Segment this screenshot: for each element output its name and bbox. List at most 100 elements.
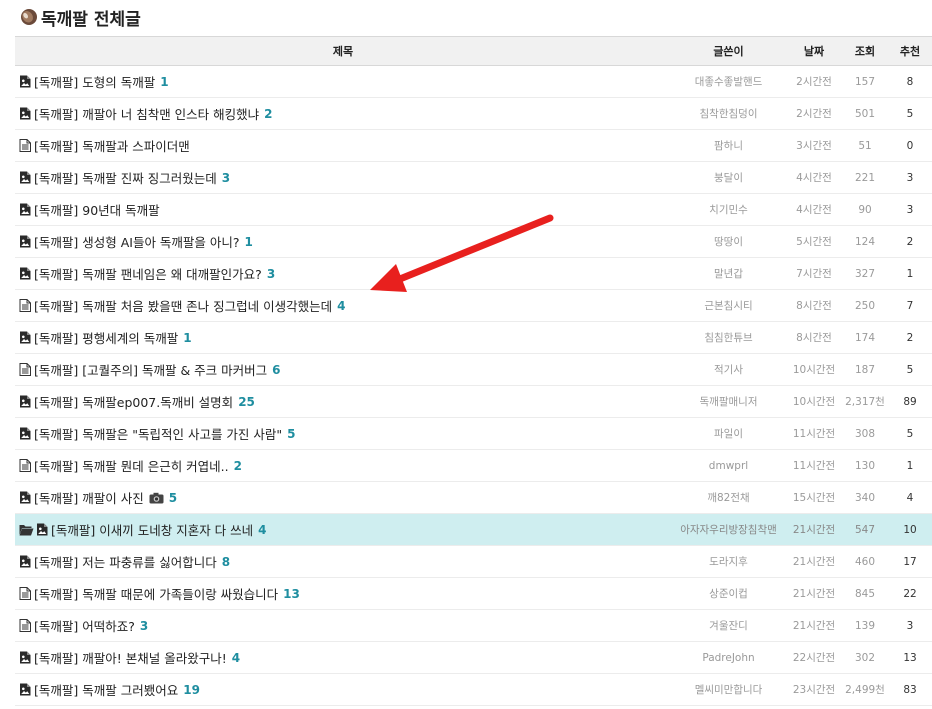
post-writer[interactable]: 붕달이 xyxy=(671,170,786,185)
comment-count[interactable]: 1 xyxy=(183,331,191,345)
table-row[interactable]: [독깨팔] 독깨팔 뭔데 은근히 커엽네.. 2 dmwprl 11시간전 130 1 xyxy=(15,450,932,482)
comment-count[interactable]: 1 xyxy=(160,75,168,89)
post-writer[interactable]: 깨82전채 xyxy=(671,490,786,505)
table-row[interactable]: [독깨팔] 독깨팔 팬네임은 왜 대깨팔인가요? 3 말년갑 7시간전 327 1 xyxy=(15,258,932,290)
column-date[interactable]: 날짜 xyxy=(786,43,842,59)
table-row[interactable]: [독깨팔] [고퀄주의] 독깨팔 & 주크 마커버그 6 적기사 10시간전 187 5 xyxy=(15,354,932,386)
post-writer[interactable]: 대좋수좋발핸드 xyxy=(671,74,786,89)
post-writer[interactable]: dmwprl xyxy=(671,460,786,472)
post-writer[interactable]: 파일이 xyxy=(671,426,786,441)
post-title-cell[interactable]: [독깨팔] 저는 파충류를 싫어합니다 8 xyxy=(15,552,671,571)
post-title-cell[interactable]: [독깨팔] [고퀄주의] 독깨팔 & 주크 마커버그 6 xyxy=(15,360,671,379)
column-title[interactable]: 제목 xyxy=(15,43,671,59)
comment-count[interactable]: 6 xyxy=(272,363,280,377)
post-writer[interactable]: 땅땅이 xyxy=(671,234,786,249)
post-title-link[interactable]: 이새끼 도네창 지혼자 다 쓰네 xyxy=(99,520,253,539)
post-title-link[interactable]: 저는 파충류를 싫어합니다 xyxy=(82,552,216,571)
post-title-cell[interactable]: [독깨팔] 독깨팔과 스파이더맨 xyxy=(15,136,671,155)
post-title-cell[interactable]: [독깨팔] 독깨팔ep007.독깨비 설명회 25 xyxy=(15,392,671,411)
post-writer[interactable]: 독깨팔매니저 xyxy=(671,394,786,409)
post-title-link[interactable]: 도형의 독깨팔 xyxy=(82,72,155,91)
comment-count[interactable]: 2 xyxy=(264,107,272,121)
post-title-cell[interactable]: [독깨팔] 90년대 독깨팔 xyxy=(15,200,671,219)
comment-count[interactable]: 4 xyxy=(232,651,240,665)
table-row[interactable]: [독깨팔] 90년대 독깨팔 치기민수 4시간전 90 3 xyxy=(15,194,932,226)
comment-count[interactable]: 25 xyxy=(238,395,255,409)
post-writer[interactable]: PadreJohn xyxy=(671,652,786,664)
table-row[interactable]: [독깨팔] 독깨팔 진짜 징그러웠는데 3 붕달이 4시간전 221 3 xyxy=(15,162,932,194)
table-row[interactable]: [독깨팔] 이새끼 도네창 지혼자 다 쓰네 4 아자자우리방장침착맨 21시간전 54… xyxy=(15,514,932,546)
table-row[interactable]: [독깨팔] 독깨팔 때문에 가족들이랑 싸웠습니다 13 상준이컵 21시간전 845 2… xyxy=(15,578,932,610)
post-title-cell[interactable]: [독깨팔] 도형의 독깨팔 1 xyxy=(15,72,671,91)
comment-count[interactable]: 13 xyxy=(283,587,300,601)
table-row[interactable]: [독깨팔] 깨팔아 너 침착맨 인스타 해킹했냐 2 침착한침덩이 2시간전 501 5 xyxy=(15,98,932,130)
post-writer[interactable]: 아자자우리방장침착맨 xyxy=(671,522,786,537)
post-title-cell[interactable]: [독깨팔] 평행세계의 독깨팔 1 xyxy=(15,328,671,347)
post-title-link[interactable]: 독깨팔 그러뵀어요 xyxy=(82,680,178,699)
post-title-cell[interactable]: [독깨팔] 어떡하죠? 3 xyxy=(15,616,671,635)
table-row[interactable]: [독깨팔] 독깨팔은 "독립적인 사고를 가진 사람" 5 파일이 11시간전 308 5 xyxy=(15,418,932,450)
table-row[interactable]: [독깨팔] 독깨팔 그러뵀어요 19 멜씨미만합니다 23시간전 2,499천 83 xyxy=(15,674,932,706)
post-writer[interactable]: 멜씨미만합니다 xyxy=(671,682,786,697)
post-title-link[interactable]: 깨팔이 사진 xyxy=(82,488,143,507)
post-title-link[interactable]: 독깨팔 진짜 징그러웠는데 xyxy=(82,168,216,187)
post-title-link[interactable]: 독깨팔은 "독립적인 사고를 가진 사람" xyxy=(82,424,282,443)
table-row[interactable]: [독깨팔] 어떡하죠? 3 겨울잔디 21시간전 139 3 xyxy=(15,610,932,642)
post-writer[interactable]: 상준이컵 xyxy=(671,586,786,601)
post-title-link[interactable]: 독깨팔 팬네임은 왜 대깨팔인가요? xyxy=(82,264,262,283)
comment-count[interactable]: 3 xyxy=(140,619,148,633)
post-title-cell[interactable]: [독깨팔] 독깨팔은 "독립적인 사고를 가진 사람" 5 xyxy=(15,424,671,443)
comment-count[interactable]: 1 xyxy=(245,235,253,249)
post-writer[interactable]: 치기민수 xyxy=(671,202,786,217)
comment-count[interactable]: 19 xyxy=(183,683,200,697)
post-writer[interactable]: 침침한튜브 xyxy=(671,330,786,345)
post-title-link[interactable]: 어떡하죠? xyxy=(82,616,135,635)
column-writer[interactable]: 글쓴이 xyxy=(671,43,786,59)
table-row[interactable]: [독깨팔] 저는 파충류를 싫어합니다 8 도라지후 21시간전 460 17 xyxy=(15,546,932,578)
post-writer[interactable]: 도라지후 xyxy=(671,554,786,569)
comment-count[interactable]: 3 xyxy=(267,267,275,281)
post-writer[interactable]: 적기사 xyxy=(671,362,786,377)
table-row[interactable]: [독깨팔] 독깨팔ep007.독깨비 설명회 25 독깨팔매니저 10시간전 2,317… xyxy=(15,386,932,418)
comment-count[interactable]: 3 xyxy=(222,171,230,185)
post-title-link[interactable]: 깨팔아 너 침착맨 인스타 해킹했냐 xyxy=(82,104,259,123)
post-title-cell[interactable]: [독깨팔] 깨팔이 사진 5 xyxy=(15,488,671,507)
table-row[interactable]: [독깨팔] 도형의 독깨팔 1 대좋수좋발핸드 2시간전 157 8 xyxy=(15,66,932,98)
post-title-cell[interactable]: [독깨팔] 독깨팔 팬네임은 왜 대깨팔인가요? 3 xyxy=(15,264,671,283)
post-writer[interactable]: 팜하니 xyxy=(671,138,786,153)
comment-count[interactable]: 4 xyxy=(337,299,345,313)
post-title-cell[interactable]: [독깨팔] 깨팔아! 본채널 올라왔구나! 4 xyxy=(15,648,671,667)
post-title-link[interactable]: 독깨팔과 스파이더맨 xyxy=(82,136,189,155)
comment-count[interactable]: 5 xyxy=(169,491,177,505)
post-title-link[interactable]: 생성형 AI들아 독깨팔을 아니? xyxy=(82,232,239,251)
table-row[interactable]: [독깨팔] 독깨팔 처음 봤을땐 존나 징그럽네 이생각했는데 4 근본침시티 8시간… xyxy=(15,290,932,322)
column-views[interactable]: 조회 xyxy=(842,43,888,59)
post-title-cell[interactable]: [독깨팔] 독깨팔 뭔데 은근히 커엽네.. 2 xyxy=(15,456,671,475)
post-title-link[interactable]: 독깨팔ep007.독깨비 설명회 xyxy=(82,392,233,411)
post-title-cell[interactable]: [독깨팔] 생성형 AI들아 독깨팔을 아니? 1 xyxy=(15,232,671,251)
comment-count[interactable]: 2 xyxy=(234,459,242,473)
table-row[interactable]: [독깨팔] 평행세계의 독깨팔 1 침침한튜브 8시간전 174 2 xyxy=(15,322,932,354)
table-row[interactable]: [독깨팔] 깨팔아! 본채널 올라왔구나! 4 PadreJohn 22시간전 302 1… xyxy=(15,642,932,674)
table-row[interactable]: [독깨팔] 깨팔이 사진 5 깨82전채 15시간전 340 4 xyxy=(15,482,932,514)
post-title-cell[interactable]: [독깨팔] 이새끼 도네창 지혼자 다 쓰네 4 xyxy=(15,520,671,539)
post-writer[interactable]: 말년갑 xyxy=(671,266,786,281)
comment-count[interactable]: 8 xyxy=(222,555,230,569)
table-row[interactable]: [독깨팔] 독깨팔과 스파이더맨 팜하니 3시간전 51 0 xyxy=(15,130,932,162)
comment-count[interactable]: 5 xyxy=(287,427,295,441)
table-row[interactable]: [독깨팔] 생성형 AI들아 독깨팔을 아니? 1 땅땅이 5시간전 124 2 xyxy=(15,226,932,258)
post-title-link[interactable]: 독깨팔 때문에 가족들이랑 싸웠습니다 xyxy=(82,584,278,603)
comment-count[interactable]: 4 xyxy=(258,523,266,537)
post-title-link[interactable]: 독깨팔 뭔데 은근히 커엽네.. xyxy=(82,456,228,475)
column-votes[interactable]: 추천 xyxy=(888,43,932,59)
post-title-link[interactable]: [고퀄주의] 독깨팔 & 주크 마커버그 xyxy=(82,360,267,379)
post-title-cell[interactable]: [독깨팔] 독깨팔 그러뵀어요 19 xyxy=(15,680,671,699)
post-writer[interactable]: 근본침시티 xyxy=(671,298,786,313)
post-title-link[interactable]: 깨팔아! 본채널 올라왔구나! xyxy=(82,648,226,667)
post-title-cell[interactable]: [독깨팔] 깨팔아 너 침착맨 인스타 해킹했냐 2 xyxy=(15,104,671,123)
post-title-cell[interactable]: [독깨팔] 독깨팔 때문에 가족들이랑 싸웠습니다 13 xyxy=(15,584,671,603)
post-title-cell[interactable]: [독깨팔] 독깨팔 진짜 징그러웠는데 3 xyxy=(15,168,671,187)
post-writer[interactable]: 침착한침덩이 xyxy=(671,106,786,121)
post-title-link[interactable]: 평행세계의 독깨팔 xyxy=(82,328,178,347)
post-title-link[interactable]: 독깨팔 처음 봤을땐 존나 징그럽네 이생각했는데 xyxy=(82,296,332,315)
